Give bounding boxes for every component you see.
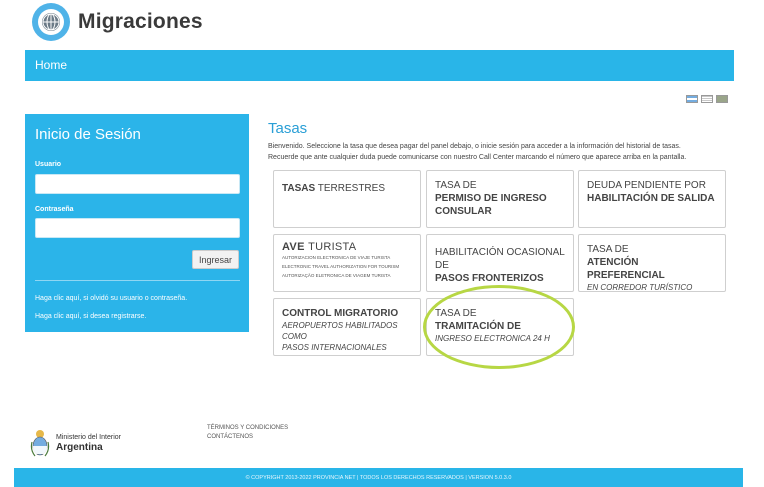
card-tasas-terrestres[interactable]: TASAS TERRESTRES	[273, 170, 421, 228]
card-title-bold: TASAS	[282, 183, 316, 194]
tasas-description: Bienvenido. Seleccione la tasa que desea…	[268, 141, 738, 163]
brand-name: Migraciones	[78, 10, 203, 33]
card-permiso-ingreso-consular[interactable]: TASA DE PERMISO DE INGRESO CONSULAR	[426, 170, 574, 228]
login-button[interactable]: Ingresar	[192, 250, 239, 269]
card-line2: PERMISO DE INGRESO	[435, 193, 547, 204]
flag-brazil-icon[interactable]	[716, 95, 728, 103]
forgot-password-link[interactable]: Haga clic aquí, si olvidó su usuario o c…	[35, 295, 187, 302]
card-line3: PASOS INTERNACIONALES	[282, 343, 387, 352]
card-line1: TASA DE	[435, 180, 477, 191]
ave-logo-normal: TURISTA	[308, 241, 357, 253]
card-title-normal: TERRESTRES	[317, 183, 385, 194]
card-habilitacion-ocasional[interactable]: HABILITACIÓN OCASIONAL DE PASOS FRONTERI…	[426, 234, 574, 292]
contact-link[interactable]: CONTÁCTENOS	[207, 433, 288, 442]
card-line2: PASOS FRONTERIZOS	[435, 273, 544, 284]
card-atencion-preferencial[interactable]: TASA DE ATENCIÓN PREFERENCIAL EN CORREDO…	[578, 234, 726, 292]
copyright-text: © COPYRIGHT 2013-2022 PROVINCIA NET | TO…	[245, 474, 512, 481]
login-panel: Inicio de Sesión Usuario Contraseña Ingr…	[25, 114, 249, 332]
highlight-circle	[423, 285, 575, 369]
card-line2: HABILITACIÓN DE SALIDA	[587, 193, 715, 204]
ministry-logo: Ministerio del Interior Argentina	[30, 428, 121, 458]
ave-text-pt: AUTORIZAÇÃO ELETRONICA DE VIAGEM TURISTA	[282, 273, 391, 278]
card-line3: CONSULAR	[435, 206, 492, 217]
argentina-shield-icon	[30, 428, 50, 458]
globe-logo-icon	[32, 3, 70, 41]
card-line2: ATENCIÓN PREFERENCIAL	[587, 257, 665, 281]
ave-logo: AVE TURISTA	[282, 241, 412, 253]
password-input[interactable]	[35, 218, 240, 238]
main-navbar: Home	[25, 50, 734, 81]
login-title: Inicio de Sesión	[35, 126, 141, 143]
flag-argentina-icon[interactable]	[686, 95, 698, 103]
card-line1: TASA DE	[587, 244, 629, 255]
register-link[interactable]: Haga clic aquí, si desea registrarse.	[35, 313, 146, 320]
card-line2: AEROPUERTOS HABILITADOS COMO	[282, 321, 398, 341]
terms-link[interactable]: TÉRMINOS Y CONDICIONES	[207, 424, 288, 433]
card-line1: CONTROL MIGRATORIO	[282, 308, 399, 319]
language-selector	[686, 95, 728, 103]
ave-text-es: AUTORIZACION ELECTRONICA DE VIAJE TURIST…	[282, 255, 391, 260]
tasas-desc-line1: Bienvenido. Seleccione la tasa que desea…	[268, 143, 681, 150]
password-label: Contraseña	[35, 206, 74, 213]
username-label: Usuario	[35, 161, 62, 168]
footer-bar: © COPYRIGHT 2013-2022 PROVINCIA NET | TO…	[14, 468, 743, 487]
card-line3: EN CORREDOR TURÍSTICO	[587, 283, 693, 292]
ave-logo-bold: AVE	[282, 241, 305, 253]
brand-logo[interactable]: Migraciones	[32, 3, 203, 41]
login-divider	[35, 280, 240, 281]
footer-links: TÉRMINOS Y CONDICIONES CONTÁCTENOS	[207, 424, 288, 442]
username-input[interactable]	[35, 174, 240, 194]
card-control-migratorio[interactable]: CONTROL MIGRATORIO AEROPUERTOS HABILITAD…	[273, 298, 421, 356]
nav-home-link[interactable]: Home	[35, 58, 67, 72]
tasas-title: Tasas	[268, 120, 308, 137]
country-name: Argentina	[56, 442, 103, 453]
tasas-desc-line2: Recuerde que ante cualquier duda puede c…	[268, 154, 687, 161]
flag-english-icon[interactable]	[701, 95, 713, 103]
card-line1: HABILITACIÓN OCASIONAL DE	[435, 247, 565, 271]
ave-text-en: ELECTRONIC TRAVEL AUTHORIZATION FOR TOUR…	[282, 264, 400, 269]
card-deuda-pendiente[interactable]: DEUDA PENDIENTE POR HABILITACIÓN DE SALI…	[578, 170, 726, 228]
card-line1: DEUDA PENDIENTE POR	[587, 180, 706, 191]
card-ave-turista[interactable]: AVE TURISTA AUTORIZACION ELECTRONICA DE …	[273, 234, 421, 292]
